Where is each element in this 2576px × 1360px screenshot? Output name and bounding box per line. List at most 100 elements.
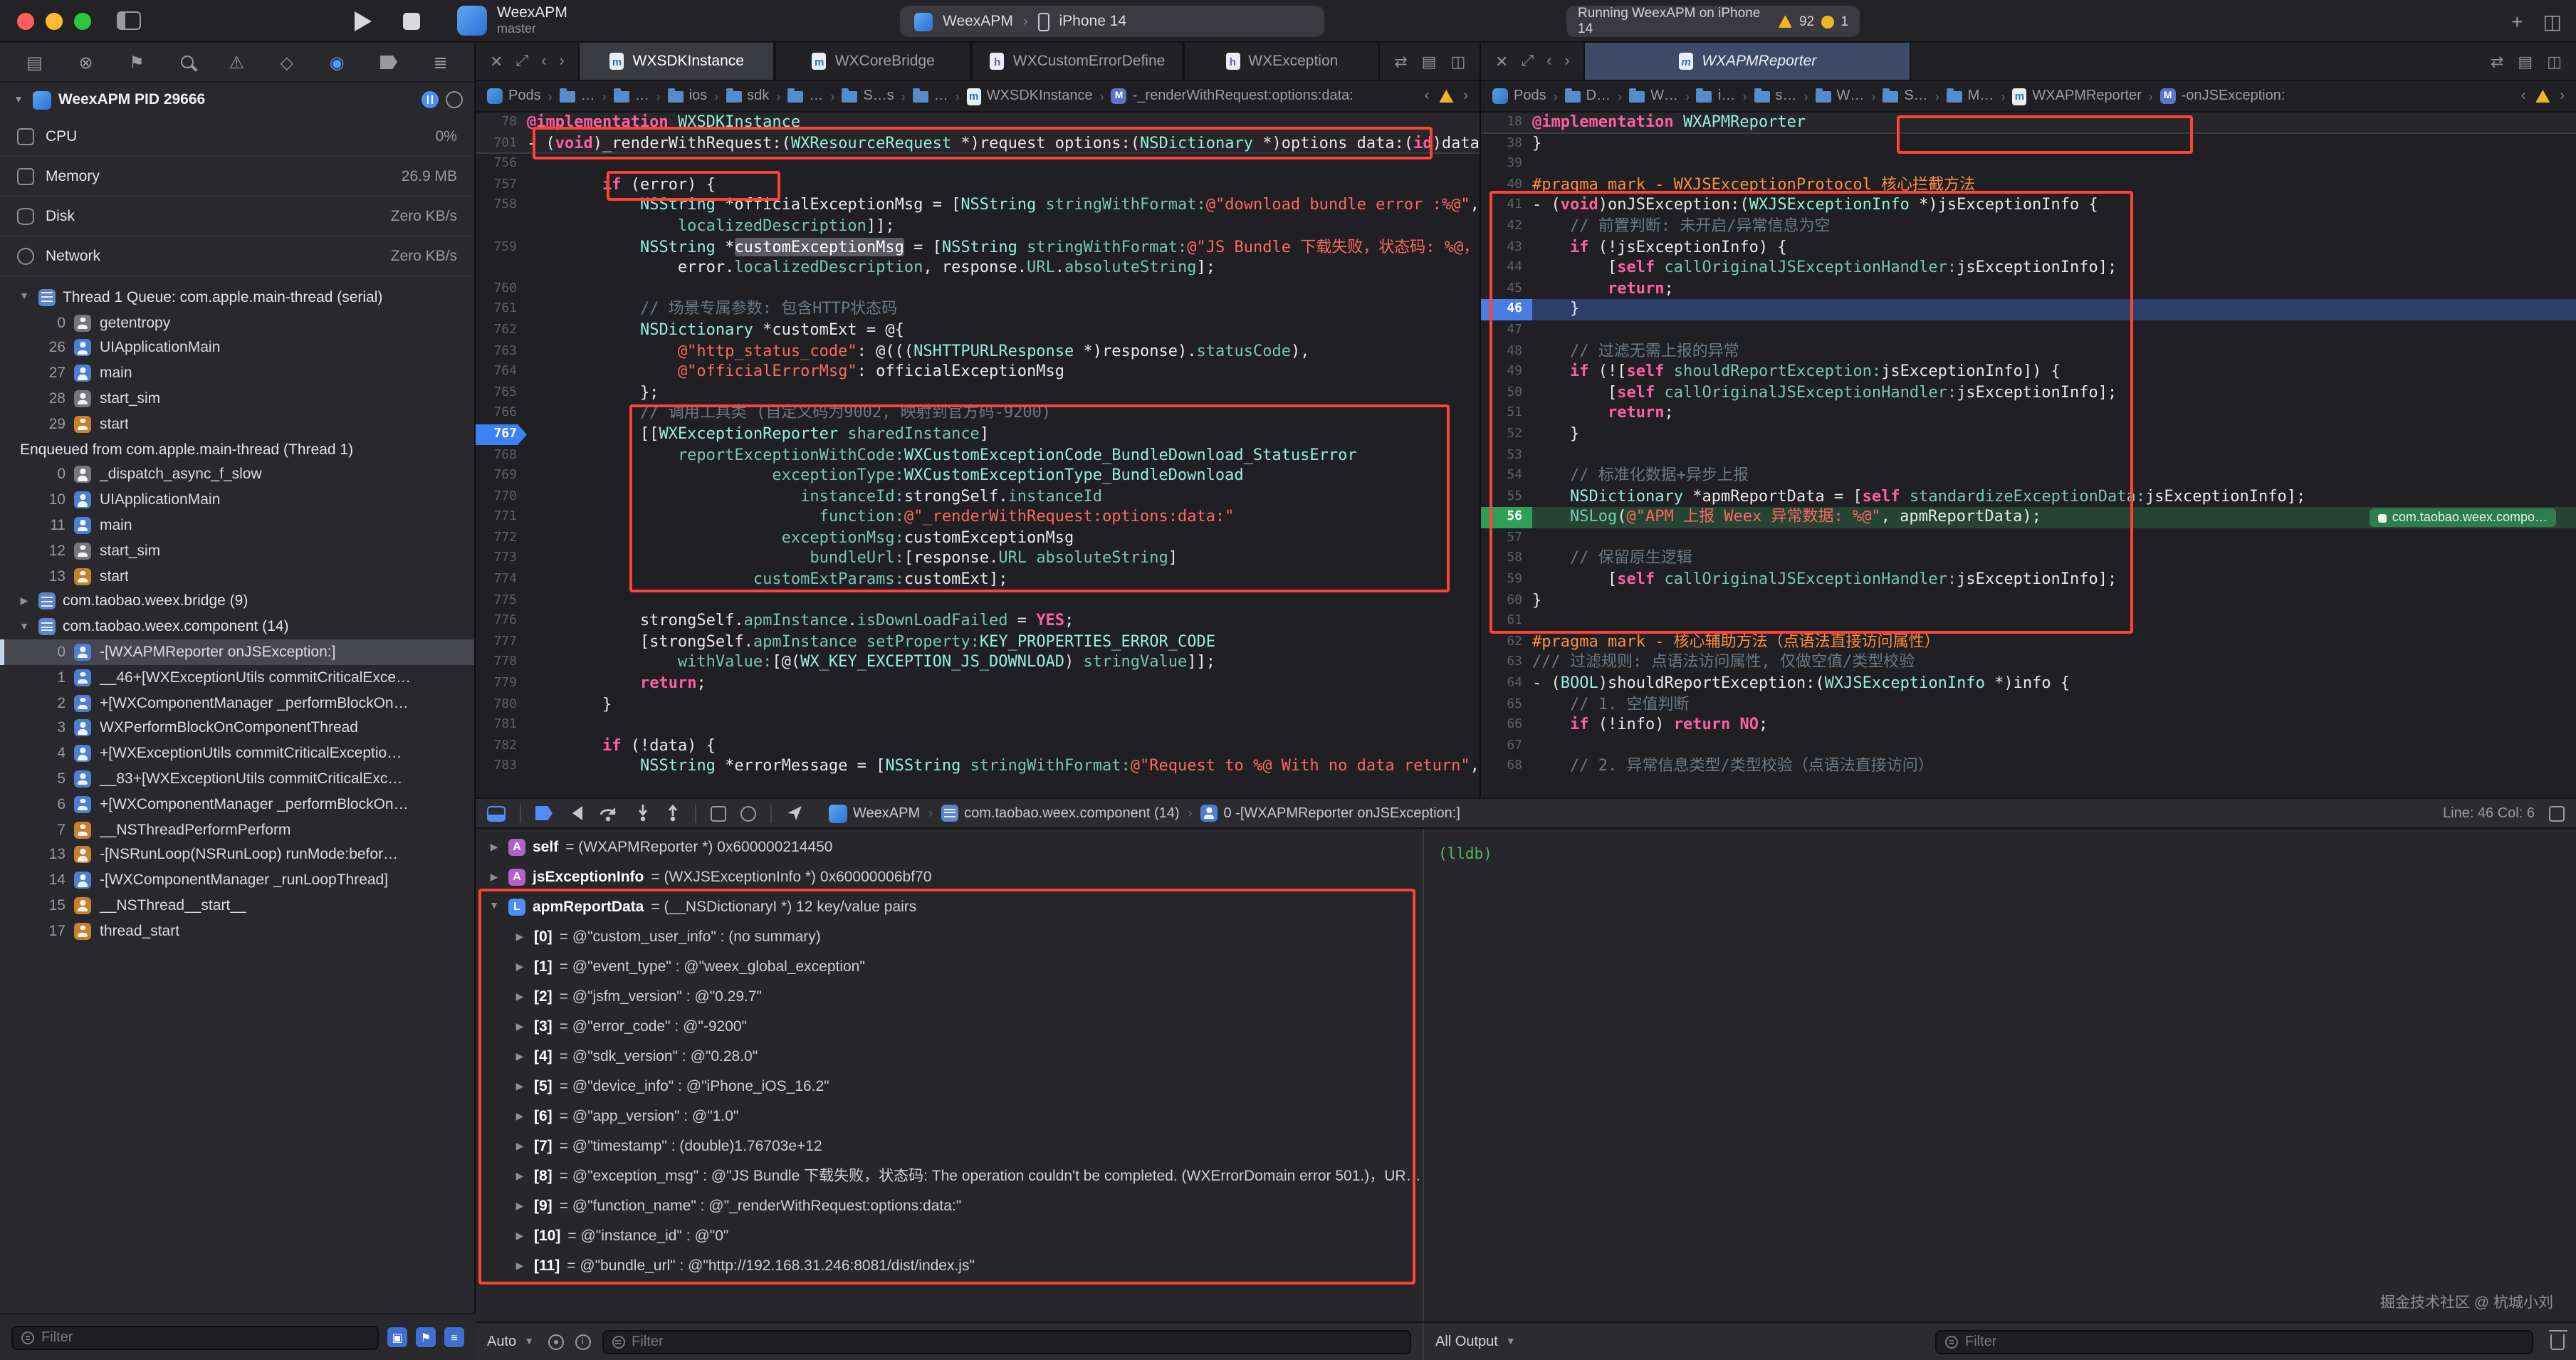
disclosure-triangle[interactable]: ▶	[513, 1230, 527, 1241]
tab-WXSDKInstance[interactable]: mWXSDKInstance	[579, 43, 775, 80]
info-icon[interactable]: i	[575, 1334, 590, 1349]
disclosure-triangle[interactable]: ▶	[513, 1020, 527, 1032]
breadcrumb-item[interactable]: mWXSDKInstance	[967, 88, 1093, 105]
line-number[interactable]: 774	[476, 570, 527, 590]
code-line[interactable]: 760	[476, 279, 1480, 300]
line-number[interactable]: 769	[476, 466, 527, 486]
thread-row[interactable]: ▼com.taobao.weex.component (14)	[0, 614, 474, 640]
close-editor-icon[interactable]: ✕	[490, 52, 503, 70]
breadcrumb-item[interactable]: M-onJSException:	[2160, 88, 2286, 104]
variables-filter-input[interactable]: Filter	[602, 1329, 1411, 1354]
disclosure-triangle[interactable]: ▶	[513, 1080, 527, 1092]
line-number[interactable]: 761	[476, 300, 527, 320]
breadcrumb-item[interactable]: …	[787, 88, 823, 104]
code-line[interactable]: 777 [strongSelf.apmInstance setProperty:…	[476, 632, 1480, 653]
code-line[interactable]: 18@implementation WXAPMReporter	[1481, 113, 2576, 133]
tab-WXException[interactable]: hWXException	[1183, 43, 1380, 80]
disclosure-triangle[interactable]: ▶	[487, 871, 501, 882]
disclosure-triangle[interactable]: ▼	[17, 293, 31, 303]
code-line[interactable]: 759 NSString *customExceptionMsg = [NSSt…	[476, 237, 1480, 258]
line-number[interactable]: 763	[476, 341, 527, 362]
line-number[interactable]: 45	[1481, 279, 1532, 300]
stack-frame[interactable]: 12start_sim	[0, 538, 474, 564]
line-number[interactable]: 764	[476, 362, 527, 382]
variable-row[interactable]: ▶[11] = @"bundle_url" : @"http://192.168…	[476, 1250, 1423, 1280]
project-navigator-icon[interactable]: ▤	[26, 52, 43, 72]
code-line[interactable]: 766 // 调用工具类 (自定义码为9002, 映射到官方码-9200)	[476, 404, 1480, 424]
step-out-icon[interactable]	[665, 805, 681, 822]
stack-frame[interactable]: 15__NSThread__start__	[0, 893, 474, 919]
stop-button[interactable]	[403, 12, 420, 29]
focus-editor-icon[interactable]: ⤢	[1521, 52, 1534, 70]
forward-icon[interactable]: ›	[1564, 53, 1569, 70]
breadcrumb-item[interactable]: W…	[1815, 88, 1864, 104]
line-number[interactable]: 771	[476, 508, 527, 528]
minimap-icon[interactable]: ▤	[2518, 52, 2533, 70]
continue-icon[interactable]	[567, 805, 585, 822]
code-line[interactable]: 756	[476, 154, 1480, 174]
code-line[interactable]: 38}	[1481, 133, 2576, 154]
code-line[interactable]: 761 // 场景专属参数: 包含HTTP状态码	[476, 300, 1480, 320]
back-icon[interactable]: ‹	[541, 53, 546, 70]
focus-editor-icon[interactable]: ⤢	[515, 52, 528, 70]
gauge-row-disk[interactable]: DiskZero KB/s	[0, 197, 474, 236]
code-line[interactable]: 44 [self callOriginalJSExceptionHandler:…	[1481, 258, 2576, 278]
line-number[interactable]: 55	[1481, 486, 1532, 507]
line-number[interactable]: 44	[1481, 258, 1532, 278]
code-line[interactable]: 60}	[1481, 590, 2576, 611]
show-crashed-threads-icon[interactable]: ▣	[387, 1327, 407, 1347]
variable-row[interactable]: ▶Aself = (WXAPMReporter *) 0x60000021445…	[476, 832, 1423, 862]
stack-frame[interactable]: 13start	[0, 564, 474, 590]
disclosure-triangle[interactable]: ▶	[17, 596, 31, 607]
add-editor-icon[interactable]: +	[2511, 10, 2523, 33]
line-number[interactable]: 780	[476, 694, 527, 715]
code-line[interactable]: 67	[1481, 736, 2576, 757]
code-line[interactable]: 57	[1481, 528, 2576, 549]
code-line[interactable]: 55 NSDictionary *apmReportData = [self s…	[1481, 486, 2576, 507]
code-line[interactable]: 767 [[WXExceptionReporter sharedInstance…	[476, 424, 1480, 445]
line-number[interactable]: 778	[476, 653, 527, 674]
code-line[interactable]: 775	[476, 590, 1480, 611]
code-line[interactable]: 62#pragma mark - 核心辅助方法（点语法直接访问属性）	[1481, 632, 2576, 653]
disclosure-triangle[interactable]: ▶	[513, 1260, 527, 1271]
line-number[interactable]: 46	[1481, 300, 1532, 320]
variable-row[interactable]: ▶[0] = @"custom_user_info" : (no summary…	[476, 921, 1423, 951]
code-line[interactable]: 49 if (![self shouldReportException:jsEx…	[1481, 362, 2576, 382]
step-over-icon[interactable]	[600, 805, 621, 822]
code-line[interactable]: 78@implementation WXSDKInstance	[476, 113, 1480, 133]
disclosure-triangle[interactable]: ▼	[17, 622, 31, 632]
code-line[interactable]: 780 }	[476, 694, 1480, 715]
line-number[interactable]: 39	[1481, 154, 1532, 174]
stack-frame[interactable]: 4+[WXExceptionUtils commitCriticalExcept…	[0, 741, 474, 767]
line-number[interactable]: 760	[476, 279, 527, 300]
variables-view-mode-dropdown[interactable]: Auto▼	[487, 1334, 536, 1349]
test-navigator-icon[interactable]: ◇	[281, 52, 293, 72]
code-line[interactable]: 773 bundleUrl:[response.URL absoluteStri…	[476, 549, 1480, 570]
disclosure-triangle[interactable]: ▶	[513, 990, 527, 1002]
forward-icon[interactable]: ›	[559, 53, 564, 70]
close-editor-icon[interactable]: ✕	[1495, 52, 1508, 70]
line-number[interactable]: 782	[476, 736, 527, 757]
code-line[interactable]: 46 }	[1481, 300, 2576, 320]
toggle-navigator-icon[interactable]	[117, 11, 141, 30]
line-number[interactable]: 757	[476, 175, 527, 196]
breadcrumb-item[interactable]: Pods	[1492, 88, 1546, 104]
code-line[interactable]: 40#pragma mark - WXJSExceptionProtocol 核…	[1481, 175, 2576, 196]
code-line[interactable]: 701- (void)_renderWithRequest:(WXResourc…	[476, 133, 1480, 154]
pause-process-icon[interactable]	[422, 91, 439, 108]
code-line[interactable]: 63/// 过滤规则: 点语法访问属性, 仅做空值/类型校验	[1481, 653, 2576, 674]
stack-frame[interactable]: 17thread_start	[0, 919, 474, 944]
quicklook-icon[interactable]	[548, 1334, 563, 1349]
stack-frame[interactable]: 13-[NSRunLoop(NSRunLoop) runMode:befor…	[0, 842, 474, 868]
console-output-mode-dropdown[interactable]: All Output▼	[1435, 1334, 1518, 1349]
next-issue-icon[interactable]: ›	[2560, 88, 2565, 104]
tab-WXAPMReporter[interactable]: mWXAPMReporter	[1584, 43, 1912, 80]
breakpoint-navigator-icon[interactable]	[380, 55, 397, 69]
window-close-button[interactable]	[17, 12, 34, 29]
line-number[interactable]: 762	[476, 320, 527, 341]
variable-row[interactable]: ▶[6] = @"app_version" : @"1.0"	[476, 1101, 1423, 1131]
code-line[interactable]: 781	[476, 715, 1480, 736]
code-line[interactable]: localizedDescription]];	[476, 216, 1480, 237]
code-line[interactable]: 41- (void)onJSException:(WXJSExceptionIn…	[1481, 196, 2576, 216]
variable-row[interactable]: ▶[10] = @"instance_id" : @"0"	[476, 1220, 1423, 1250]
